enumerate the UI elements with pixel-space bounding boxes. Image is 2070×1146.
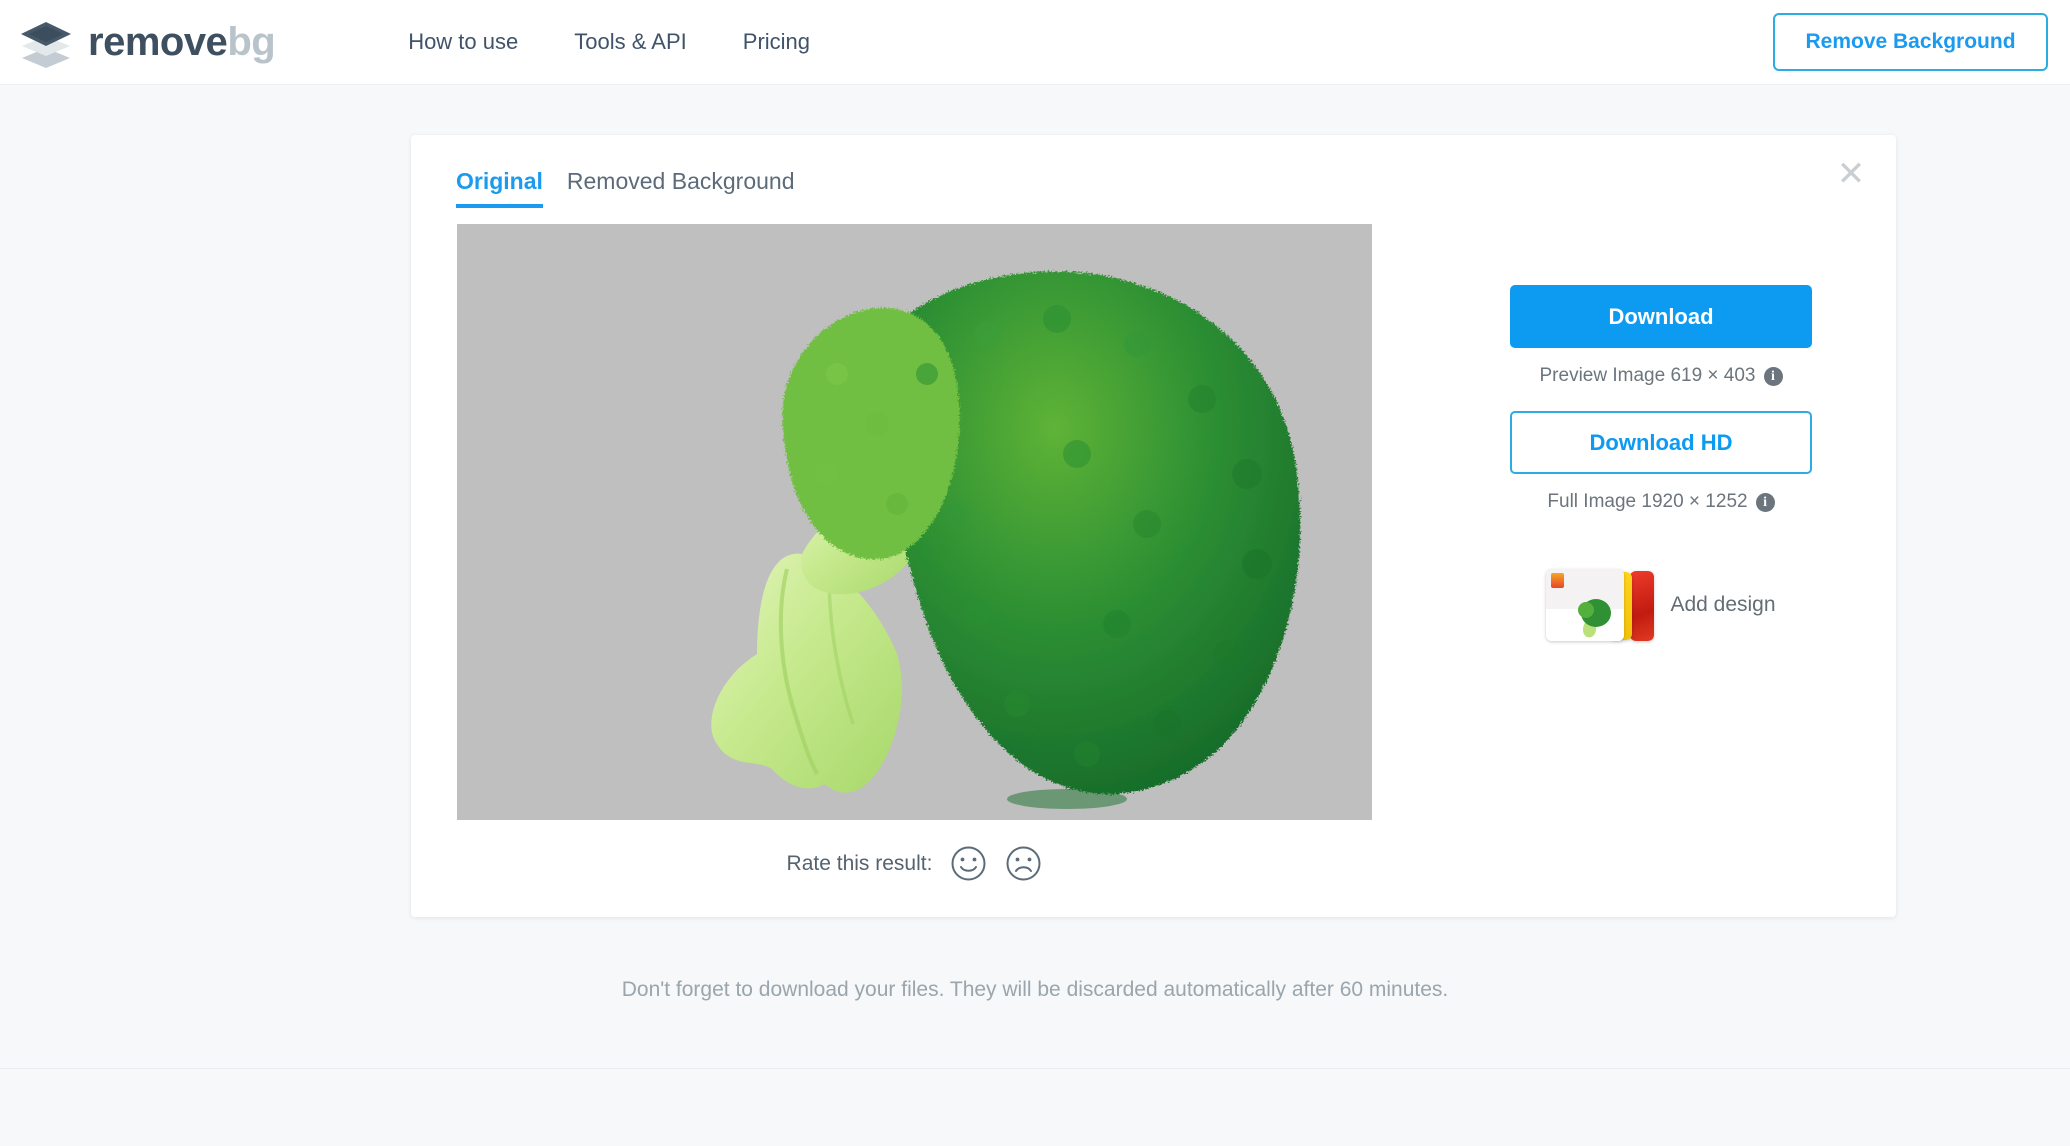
layers-diamond-icon	[18, 14, 74, 70]
brand-word-remove: remove	[88, 20, 228, 64]
nav-pricing[interactable]: Pricing	[715, 29, 838, 55]
add-design-button[interactable]: Add design	[1481, 569, 1841, 641]
info-icon[interactable]: i	[1763, 366, 1783, 386]
design-thumb-white	[1546, 569, 1625, 641]
tab-removed-background[interactable]: Removed Background	[567, 168, 795, 208]
footer-divider	[0, 1068, 2070, 1069]
full-image-meta: Full Image 1920 × 1252 i	[1481, 491, 1841, 513]
preview-image[interactable]	[457, 224, 1372, 820]
main-nav: How to use Tools & API Pricing	[380, 29, 838, 55]
smiley-face-icon[interactable]	[950, 845, 987, 882]
actions-panel: Download Preview Image 619 × 403 i Downl…	[1481, 285, 1841, 641]
preview-image-meta-text: Preview Image 619 × 403	[1539, 365, 1756, 386]
nav-how-to-use[interactable]: How to use	[380, 29, 546, 55]
add-design-label: Add design	[1670, 593, 1776, 616]
tab-original[interactable]: Original	[456, 168, 543, 208]
close-icon[interactable]: ✕	[1828, 151, 1874, 197]
brand-word-bg: bg	[227, 20, 276, 64]
brand-wordmark: removebg	[88, 20, 276, 64]
result-card: ✕ Original Removed Background Download P…	[411, 135, 1896, 917]
rate-result-label: Rate this result:	[786, 851, 933, 875]
thumb-tag-icon	[1551, 573, 1565, 588]
rate-result: Rate this result:	[457, 845, 1372, 882]
discard-notice: Don't forget to download your files. The…	[621, 978, 1449, 1001]
download-button[interactable]: Download	[1510, 285, 1812, 348]
remove-background-button[interactable]: Remove Background	[1773, 13, 2048, 71]
design-thumb-red	[1630, 571, 1655, 641]
info-icon[interactable]: i	[1755, 492, 1775, 512]
download-hd-button[interactable]: Download HD	[1510, 411, 1812, 474]
preview-image-meta: Preview Image 619 × 403 i	[1481, 365, 1841, 387]
preview-tabs: Original Removed Background	[456, 168, 794, 208]
nav-tools-api[interactable]: Tools & API	[546, 29, 715, 55]
brand-logo[interactable]: removebg	[18, 14, 276, 70]
design-thumbnails-icon	[1546, 569, 1655, 641]
site-header: removebg How to use Tools & API Pricing …	[0, 0, 2070, 85]
sad-face-icon[interactable]	[1005, 845, 1042, 882]
full-image-meta-text: Full Image 1920 × 1252	[1547, 491, 1748, 512]
